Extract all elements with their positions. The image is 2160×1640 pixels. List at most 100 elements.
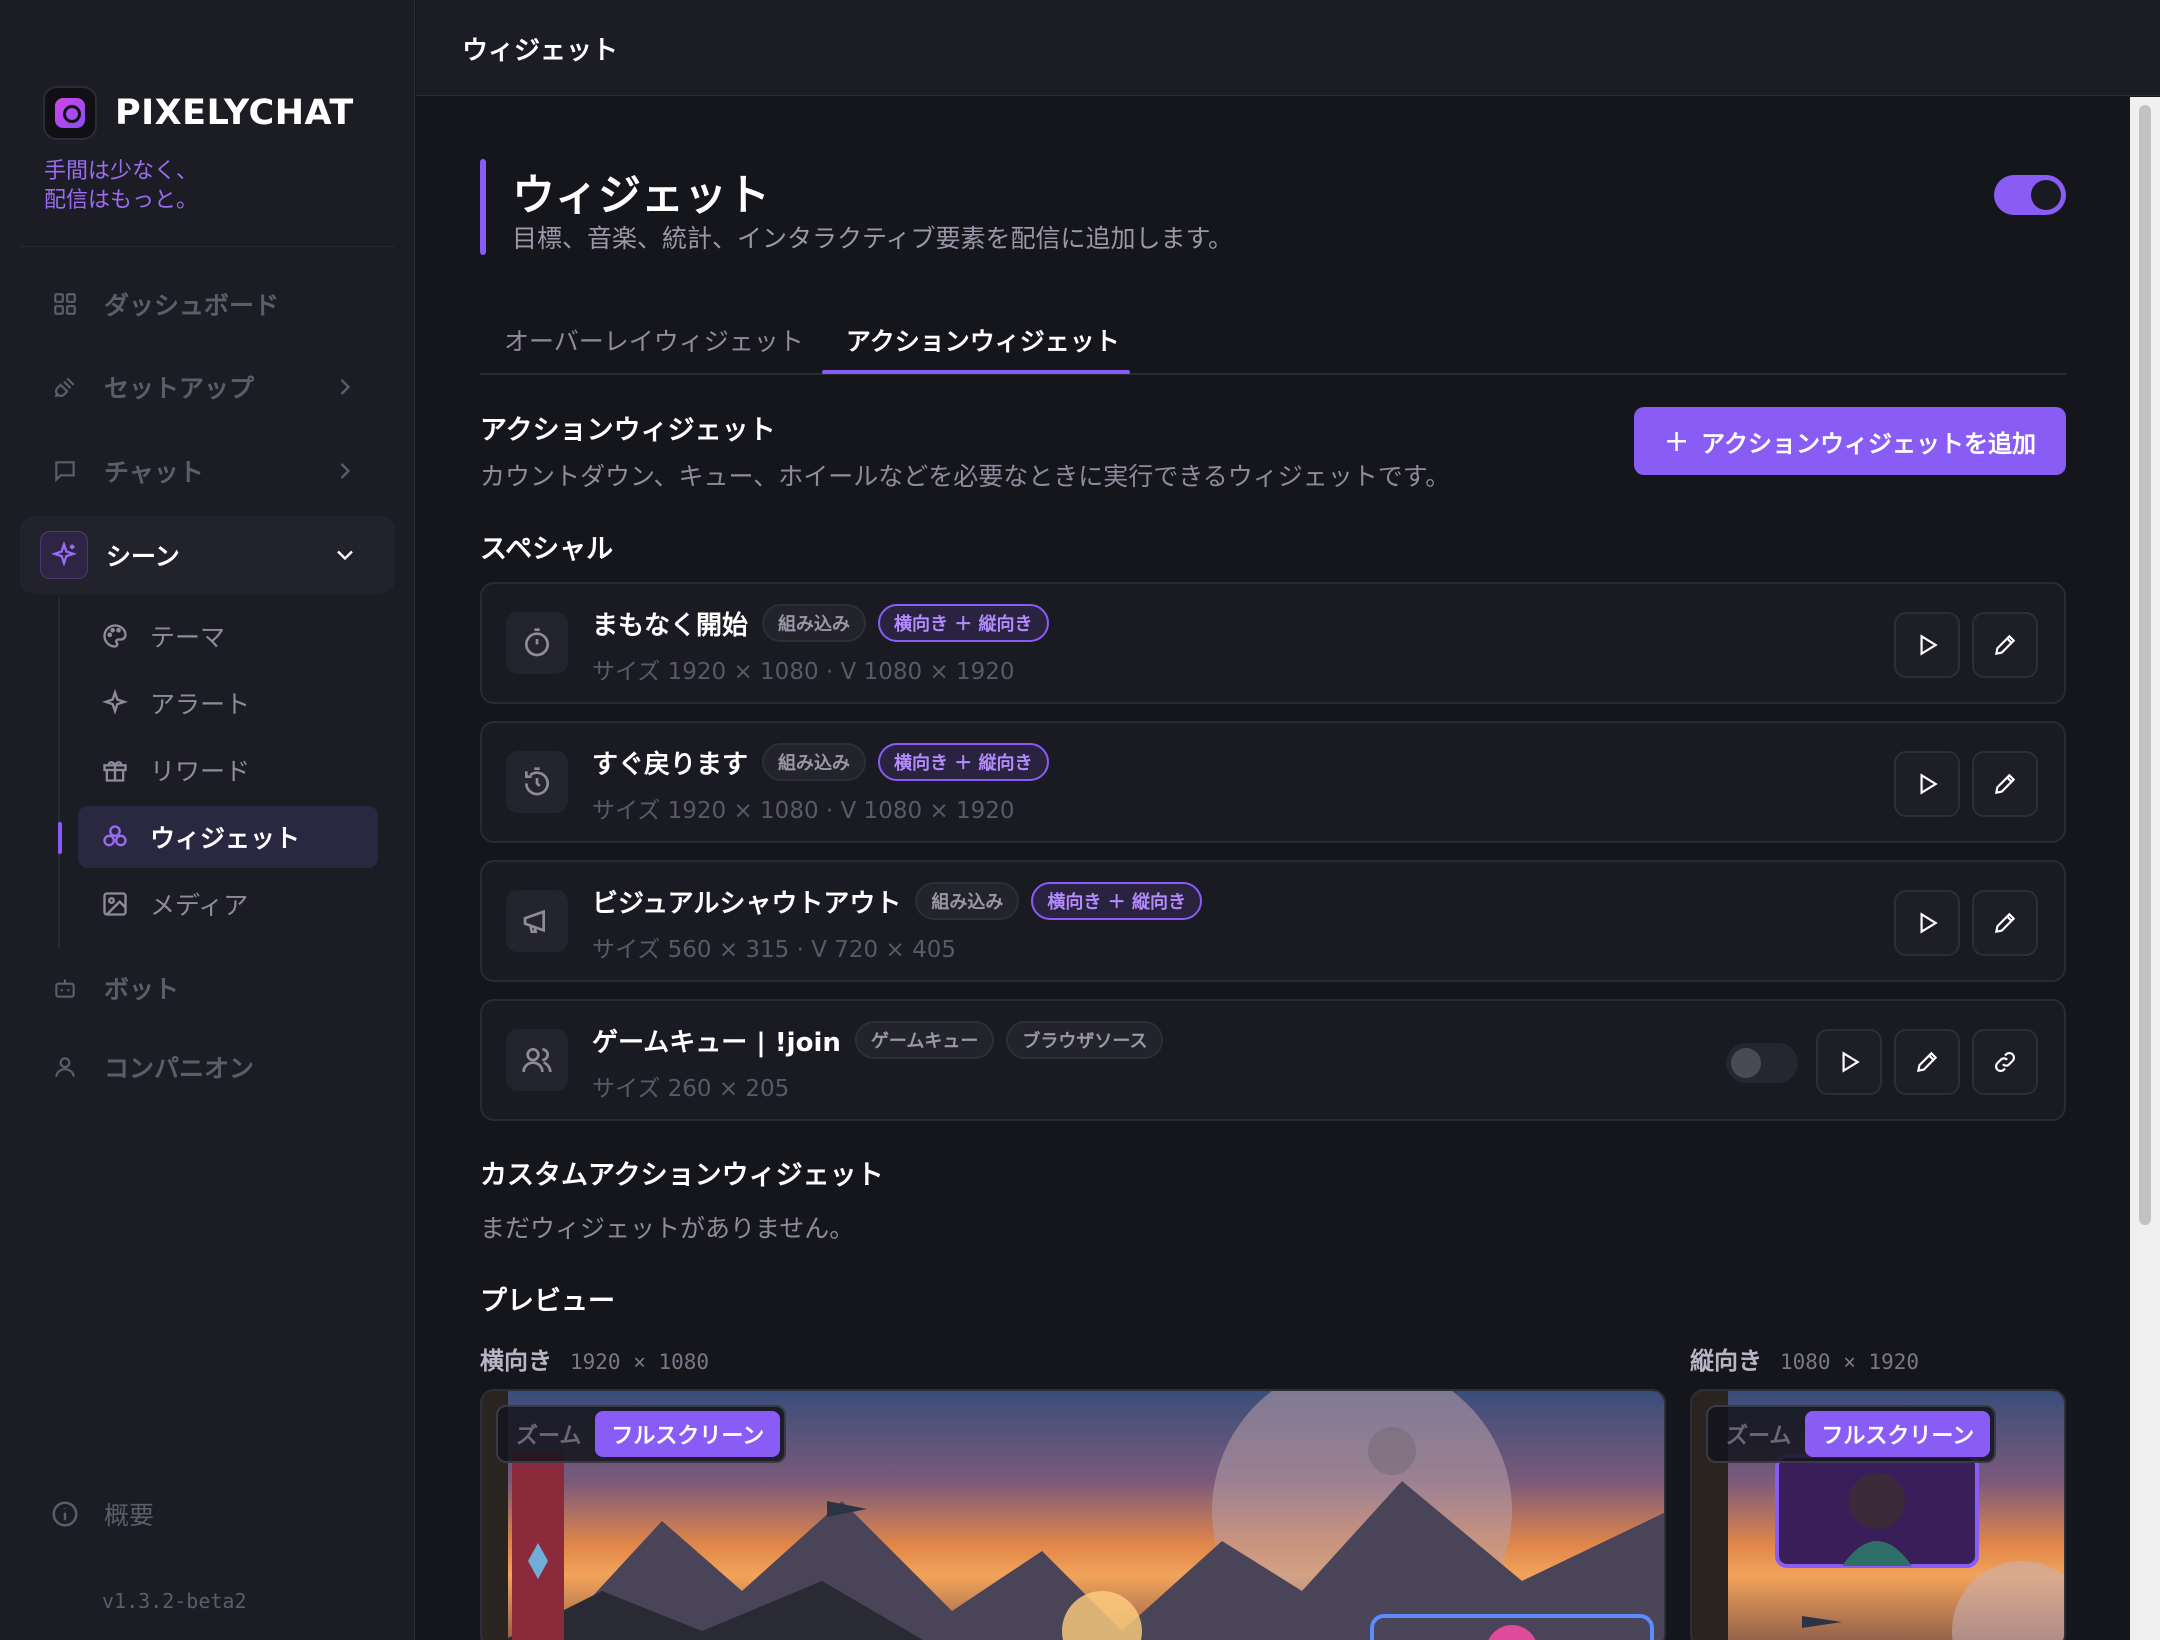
pixelychat-logo-icon — [43, 86, 97, 140]
badge-orientation: 横向き ＋ 縦向き — [878, 604, 1049, 642]
badge-builtin: 組み込み — [762, 604, 867, 642]
brand[interactable]: PIXELYCHAT — [43, 86, 354, 140]
sidebar-item-setup[interactable]: セットアップ — [20, 348, 395, 426]
sidebar-subitem-theme[interactable]: テーマ — [78, 605, 378, 667]
fullscreen-option[interactable]: フルスクリーン — [1805, 1411, 1991, 1457]
sidebar-subitem-rewards[interactable]: リワード — [78, 739, 378, 801]
zoom-fullscreen-toggle[interactable]: ズーム フルスクリーン — [496, 1405, 787, 1463]
widget-card-game-queue: ゲームキュー | !join ゲームキュー ブラウザソース サイズ 260 × … — [480, 999, 2066, 1121]
sidebar-item-chat[interactable]: チャット — [20, 432, 395, 510]
active-indicator — [58, 822, 62, 854]
sidebar: PIXELYCHAT 手間は少なく、 配信はもっと。 ダッシュボード セットアッ… — [0, 0, 415, 1640]
play-button[interactable] — [1894, 751, 1960, 817]
widget-title-row: ビジュアルシャウトアウト 組み込み 横向き ＋ 縦向き — [592, 882, 1214, 920]
preview-title: プレビュー — [480, 1286, 615, 1317]
sidebar-item-scenes[interactable]: シーン — [20, 516, 395, 594]
image-icon — [100, 889, 130, 919]
badge-builtin: 組み込み — [762, 743, 867, 781]
zoom-fullscreen-toggle[interactable]: ズーム フルスクリーン — [1706, 1405, 1997, 1463]
chat-bubble-icon — [50, 456, 80, 486]
chevron-right-icon — [340, 463, 351, 479]
page-header: ウィジェット 目標、音楽、統計、インタラクティブ要素を配信に追加します。 — [480, 159, 2080, 255]
about-label: 概要 — [104, 1501, 155, 1530]
custom-section-title: カスタムアクションウィジェット — [480, 1160, 884, 1191]
sidebar-item-label: ボット — [104, 975, 180, 1004]
widget-size: サイズ 1920 × 1080 · V 1080 × 1920 — [592, 798, 1015, 824]
special-section-title: スペシャル — [480, 534, 614, 565]
link-icon — [1995, 1052, 2015, 1072]
widget-size: サイズ 1920 × 1080 · V 1080 × 1920 — [592, 659, 1015, 685]
badge-builtin: 組み込み — [915, 882, 1020, 920]
sidebar-item-companion[interactable]: コンパニオン — [20, 1028, 395, 1106]
tagline-line-2: 配信はもっと。 — [44, 188, 199, 213]
add-action-widget-button[interactable]: + アクションウィジェットを追加 — [1634, 407, 2066, 475]
portrait-label: 縦向き 1080 × 1920 — [1690, 1341, 1919, 1376]
sparkle-icon — [100, 688, 130, 718]
sidebar-item-bot[interactable]: ボット — [20, 949, 395, 1027]
play-button[interactable] — [1894, 890, 1960, 956]
play-icon — [1920, 912, 1938, 934]
sidebar-subitem-media[interactable]: メディア — [78, 873, 378, 935]
sidebar-subitem-label: テーマ — [150, 623, 226, 652]
badge-browser-source: ブラウザソース — [1006, 1021, 1164, 1059]
sidebar-item-about[interactable]: 概要 — [50, 1496, 154, 1532]
sidebar-subitem-label: アラート — [150, 690, 251, 719]
zoom-option[interactable]: ズーム — [516, 1418, 581, 1450]
main-scrollbar[interactable] — [2130, 97, 2160, 1640]
sidebar-item-label: コンパニオン — [104, 1054, 255, 1083]
widget-card-starting-soon: まもなく開始 組み込み 横向き ＋ 縦向き サイズ 1920 × 1080 · … — [480, 582, 2066, 704]
robot-icon — [50, 973, 80, 1003]
sidebar-subitem-widgets[interactable]: ウィジェット — [78, 806, 378, 868]
grid-icon — [50, 289, 80, 319]
info-icon — [52, 1501, 78, 1527]
copy-link-button[interactable] — [1972, 1029, 2038, 1095]
megaphone-icon — [506, 890, 568, 952]
widgets-icon — [100, 822, 130, 852]
action-section-description: カウントダウン、キュー、ホイールなどを必要なときに実行できるウィジェットです。 — [480, 462, 1451, 491]
landscape-label-text: 横向き — [480, 1347, 552, 1375]
portrait-label-text: 縦向き — [1690, 1347, 1762, 1375]
person-icon — [50, 1052, 80, 1082]
palette-icon — [100, 621, 130, 651]
tab-action-widgets[interactable]: アクションウィジェット — [846, 305, 1120, 375]
widget-card-be-right-back: すぐ戻ります 組み込み 横向き ＋ 縦向き サイズ 1920 × 1080 · … — [480, 721, 2066, 843]
play-icon — [1920, 773, 1938, 795]
sidebar-item-label: チャット — [104, 458, 204, 487]
widget-name: ビジュアルシャウトアウト — [592, 888, 902, 919]
edit-button[interactable] — [1972, 890, 2038, 956]
toggle-knob — [2031, 180, 2061, 210]
add-button-label: アクションウィジェットを追加 — [1701, 429, 2036, 458]
scrollbar-thumb[interactable] — [2139, 105, 2151, 1225]
sidebar-subitem-alerts[interactable]: アラート — [78, 672, 378, 734]
widget-name: ゲームキュー | !join — [592, 1027, 841, 1058]
main-content: ウィジェット 目標、音楽、統計、インタラクティブ要素を配信に追加します。 オーバ… — [416, 97, 2130, 1640]
play-icon — [1842, 1051, 1860, 1073]
play-button[interactable] — [1816, 1029, 1882, 1095]
fullscreen-option[interactable]: フルスクリーン — [595, 1411, 781, 1457]
portrait-preview[interactable]: ズーム フルスクリーン — [1690, 1389, 2066, 1640]
zoom-option[interactable]: ズーム — [1726, 1418, 1791, 1450]
sidebar-item-dashboard[interactable]: ダッシュボード — [20, 265, 395, 343]
brand-name: PIXELYCHAT — [115, 93, 354, 133]
users-icon — [506, 1029, 568, 1091]
custom-empty-text: まだウィジェットがありません。 — [480, 1214, 855, 1243]
sidebar-subitem-label: リワード — [150, 757, 251, 786]
page-title: ウィジェット — [512, 171, 770, 221]
widget-size: サイズ 260 × 205 — [592, 1076, 790, 1102]
edit-button[interactable] — [1972, 751, 2038, 817]
tagline-line-1: 手間は少なく、 — [44, 159, 199, 184]
landscape-preview[interactable]: ズーム フルスクリーン — [480, 1389, 1666, 1640]
play-button[interactable] — [1894, 612, 1960, 678]
sidebar-item-label: セットアップ — [104, 374, 255, 403]
widget-size: サイズ 560 × 315 · V 720 × 405 — [592, 937, 956, 963]
pencil-icon — [1994, 912, 2016, 934]
topbar-title: ウィジェット — [462, 36, 619, 66]
tab-overlay-widgets[interactable]: オーバーレイウィジェット — [504, 305, 804, 375]
page-accent-bar — [480, 159, 486, 255]
edit-button[interactable] — [1972, 612, 2038, 678]
timer-icon — [506, 612, 568, 674]
toggle-knob — [1731, 1048, 1761, 1078]
widgets-enabled-toggle[interactable] — [1994, 175, 2066, 215]
game-queue-toggle[interactable] — [1726, 1043, 1798, 1083]
edit-button[interactable] — [1894, 1029, 1960, 1095]
